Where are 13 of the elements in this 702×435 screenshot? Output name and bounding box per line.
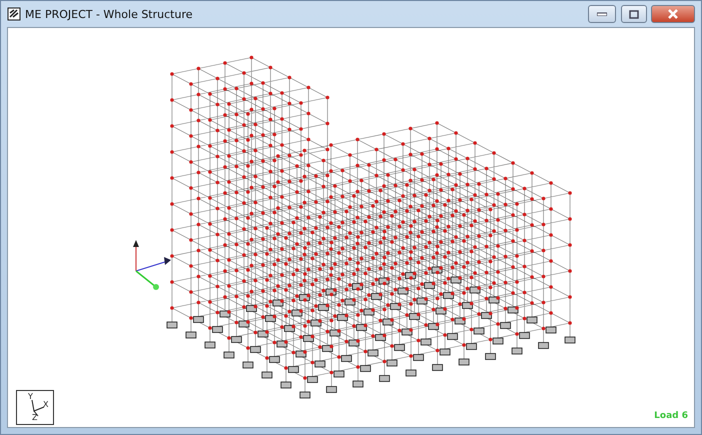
load-case-label: Load 6 (654, 411, 688, 421)
minimize-icon (597, 12, 607, 16)
window-title: ME PROJECT - Whole Structure (25, 8, 194, 20)
maximize-icon (629, 10, 639, 18)
axis-label: X (43, 401, 48, 409)
global-axis-icon (133, 240, 171, 290)
axis-label: Y (28, 393, 33, 401)
maximize-button[interactable] (621, 5, 647, 23)
app-icon (7, 7, 21, 21)
axis-label: Z (32, 414, 38, 422)
close-icon (667, 9, 679, 19)
close-button[interactable] (651, 5, 695, 23)
minimize-button[interactable] (588, 5, 616, 23)
